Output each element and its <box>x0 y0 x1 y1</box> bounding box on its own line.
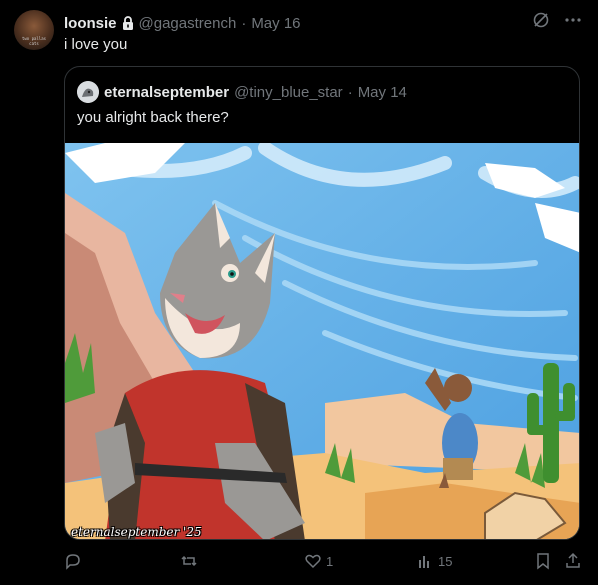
bookmark-icon <box>537 553 549 570</box>
artist-watermark: eternalseptember '25 <box>71 525 202 539</box>
retweet-icon <box>181 555 197 567</box>
quoted-tweet-header: eternalseptember @tiny_blue_star · May 1… <box>77 81 407 103</box>
author-display-name[interactable]: loonsie <box>64 15 117 32</box>
quoted-author-avatar[interactable] <box>77 81 99 103</box>
tweet-date[interactable]: May 16 <box>251 15 300 32</box>
views-count: 15 <box>438 553 453 569</box>
views-button[interactable]: 15 <box>416 552 452 570</box>
tweet-text: i love you <box>64 36 128 53</box>
reply-icon <box>66 554 80 570</box>
quoted-handle[interactable]: @tiny_blue_star <box>234 84 343 101</box>
like-button[interactable]: 1 <box>304 552 333 570</box>
author-handle[interactable]: @gagastrench <box>139 15 237 32</box>
avatar-caption: two pallas cats <box>21 36 47 46</box>
grok-icon[interactable] <box>532 11 550 29</box>
quoted-tweet-text: you alright back there? <box>77 109 229 126</box>
tweet-header: loonsie @gagastrench · May 16 <box>64 12 301 34</box>
quoted-tweet[interactable]: eternalseptember @tiny_blue_star · May 1… <box>64 66 580 540</box>
tweet-actions-bar: 1 15 <box>64 552 584 576</box>
quoted-date[interactable]: May 14 <box>358 84 407 101</box>
heart-icon <box>305 554 321 569</box>
share-button[interactable] <box>564 552 582 570</box>
quoted-avatar-art <box>77 81 99 103</box>
quoted-tweet-image[interactable]: eternalseptember '25 <box>65 141 579 539</box>
author-avatar[interactable]: two pallas cats <box>14 10 54 50</box>
share-icon <box>566 552 580 568</box>
separator-dot: · <box>241 14 247 32</box>
illustration <box>65 141 579 539</box>
reply-button[interactable] <box>64 552 86 570</box>
protected-lock-icon <box>122 16 133 30</box>
retweet-button[interactable] <box>180 552 202 570</box>
like-count: 1 <box>326 553 334 569</box>
more-options-icon[interactable] <box>564 11 582 29</box>
analytics-icon <box>419 556 429 568</box>
bookmark-button[interactable] <box>534 552 552 570</box>
tweet-header-actions <box>532 11 582 29</box>
quoted-display-name[interactable]: eternalseptember <box>104 84 229 101</box>
quoted-separator-dot: · <box>347 83 353 101</box>
